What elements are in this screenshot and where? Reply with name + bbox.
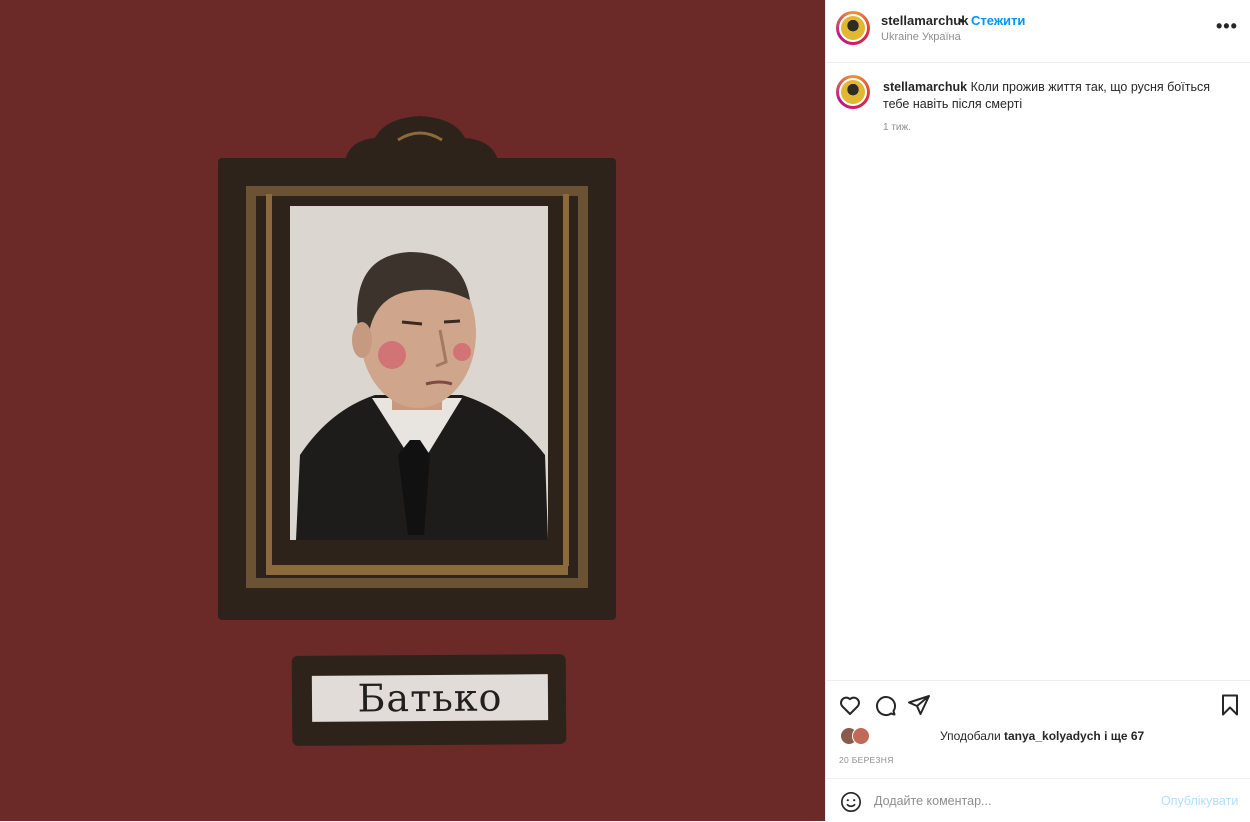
caption-text: stellamarchuk Коли прожив життя так, що … — [883, 79, 1233, 113]
post-image[interactable]: Батько — [0, 0, 825, 821]
avatar[interactable] — [836, 11, 870, 45]
caption-avatar[interactable] — [836, 75, 870, 109]
caption-username-link[interactable]: stellamarchuk — [883, 80, 967, 94]
action-bar: Уподобали tanya_kolyadych і ще 67 20 БЕР… — [826, 680, 1250, 778]
post-header: stellamarchuk • Стежити Ukraine Україна … — [826, 0, 1250, 63]
likes-summary: Уподобали tanya_kolyadych і ще 67 — [940, 729, 1144, 743]
heart-icon[interactable] — [838, 693, 862, 722]
likes-count-link[interactable]: і ще 67 — [1104, 729, 1144, 743]
post-date[interactable]: 20 БЕРЕЗНЯ — [839, 755, 894, 765]
more-options-icon[interactable]: ••• — [1216, 16, 1238, 37]
avatar-image — [839, 14, 867, 42]
liker-avatar — [852, 727, 870, 745]
likes-prefix: Уподобали — [940, 729, 1001, 743]
plaque-label: Батько — [311, 674, 549, 722]
follow-button[interactable]: Стежити — [971, 13, 1025, 28]
location-link[interactable]: Ukraine Україна — [881, 31, 961, 43]
post-panel: stellamarchuk • Стежити Ukraine Україна … — [825, 0, 1250, 821]
comment-input[interactable] — [872, 788, 1146, 814]
share-icon[interactable] — [907, 693, 931, 722]
name-plaque: Батько — [291, 654, 567, 746]
separator-dot: • — [959, 13, 964, 28]
comment-bar: Опублікувати — [826, 778, 1250, 822]
username-link[interactable]: stellamarchuk — [881, 13, 968, 28]
emoji-icon[interactable] — [840, 791, 862, 818]
bookmark-icon[interactable] — [1218, 693, 1242, 722]
liker-username-link[interactable]: tanya_kolyadych — [1004, 729, 1101, 743]
avatar-image — [839, 78, 867, 106]
publish-button[interactable]: Опублікувати — [1161, 794, 1238, 808]
caption-timestamp[interactable]: 1 тиж. — [883, 122, 911, 133]
comment-icon[interactable] — [873, 693, 897, 722]
